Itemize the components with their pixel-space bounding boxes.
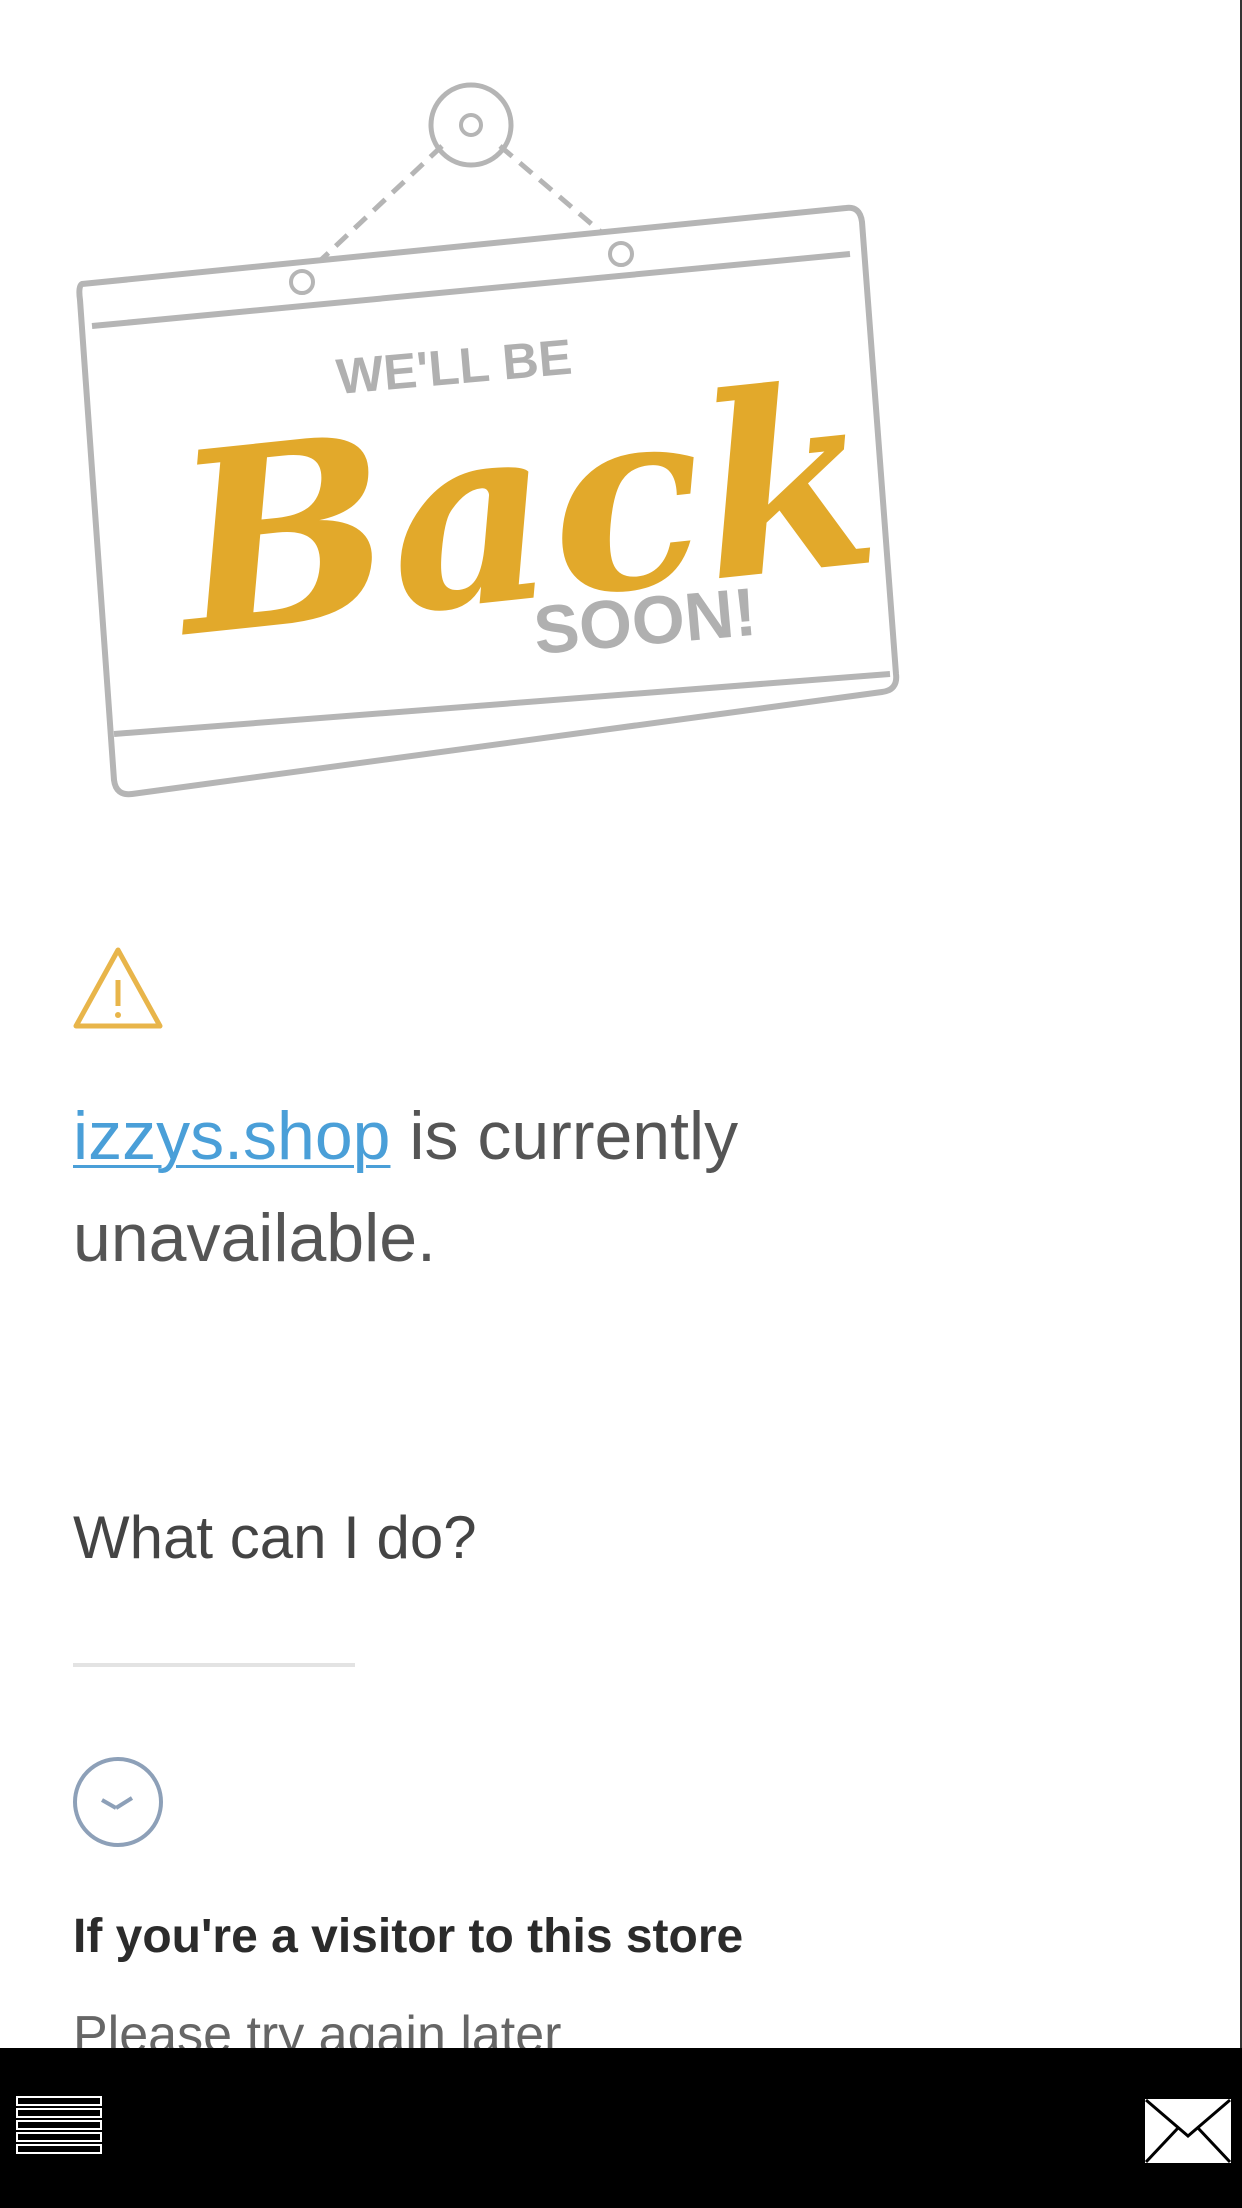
mail-icon[interactable]	[1144, 2098, 1232, 2164]
clock-icon	[73, 1757, 163, 1847]
menu-button[interactable]	[16, 2096, 106, 2168]
divider	[73, 1663, 355, 1667]
visitor-instructions: Please try again later	[73, 2006, 562, 2048]
unavailable-message: izzys.shop is currently unavailable.	[73, 1085, 973, 1289]
menu-icon-bar	[16, 2120, 102, 2130]
menu-icon-bar	[16, 2108, 102, 2118]
page-content: WE'LL BE Back SOON! izzys.shop is curren…	[0, 0, 1242, 2048]
menu-icon-bar	[16, 2144, 102, 2154]
bottom-toolbar	[0, 2048, 1242, 2208]
well-be-back-soon-sign: WE'LL BE Back SOON!	[76, 82, 900, 798]
help-heading: What can I do?	[73, 1504, 477, 1571]
menu-icon-bar	[16, 2132, 102, 2142]
menu-icon-bar	[16, 2096, 102, 2106]
visitor-heading: If you're a visitor to this store	[73, 1910, 744, 1963]
store-link[interactable]: izzys.shop	[73, 1098, 390, 1174]
warning-icon	[73, 947, 163, 1029]
